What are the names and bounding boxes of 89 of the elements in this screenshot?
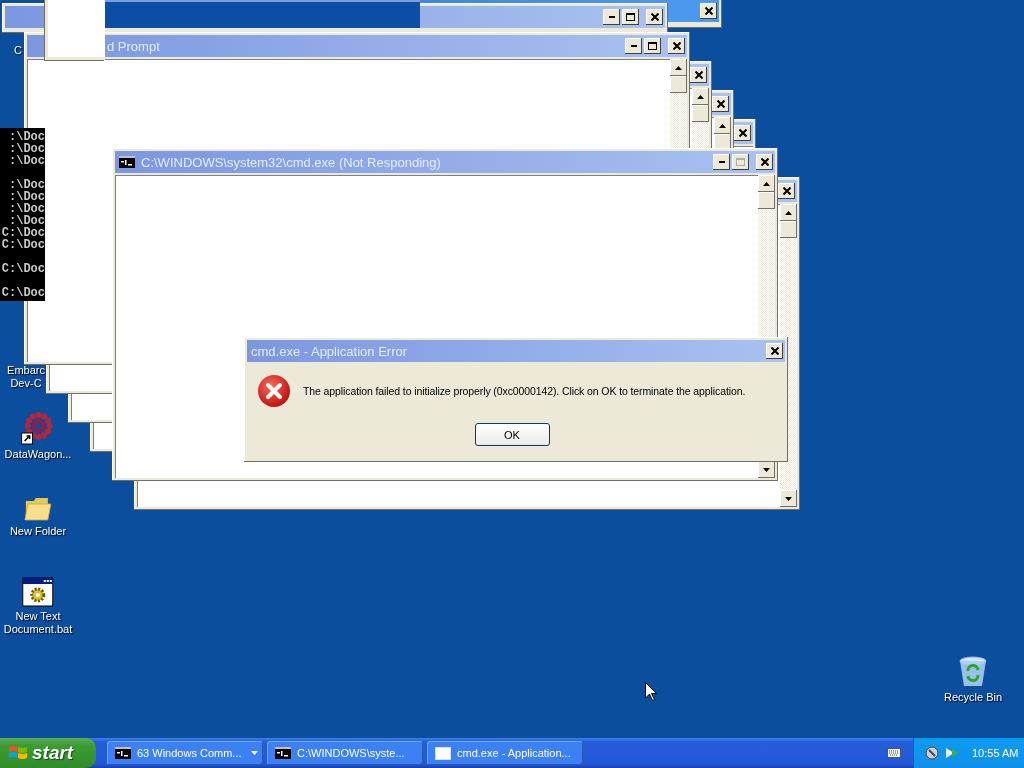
- title-bar[interactable]: [105, 0, 420, 28]
- close-button[interactable]: [734, 125, 751, 141]
- arrow-up-icon: [763, 181, 770, 186]
- scroll-down-button[interactable]: [780, 490, 797, 507]
- scroll-thumb[interactable]: [780, 221, 797, 238]
- arrow-down-icon: [763, 467, 770, 472]
- minimize-icon: [718, 161, 725, 163]
- close-button[interactable]: [646, 9, 663, 25]
- close-icon: [672, 42, 681, 50]
- close-button[interactable]: [700, 3, 717, 19]
- close-button[interactable]: [766, 343, 783, 359]
- maximize-icon: [648, 42, 657, 50]
- close-button[interactable]: [778, 183, 795, 199]
- close-button[interactable]: [756, 154, 773, 170]
- console-line: :\Doc: [9, 179, 45, 191]
- close-icon: [704, 7, 713, 15]
- maximize-icon: [626, 13, 635, 21]
- close-icon: [650, 13, 659, 21]
- console-line: C:\Doc: [1, 287, 45, 299]
- error-icon: [257, 374, 291, 408]
- scroll-thumb[interactable]: [692, 105, 709, 122]
- scroll-up-button[interactable]: [758, 175, 775, 192]
- console-line: :\Doc: [9, 131, 45, 143]
- icon-label[interactable]: New Folder: [9, 525, 67, 538]
- close-icon: [770, 347, 779, 355]
- tray-icon[interactable]: [924, 745, 940, 761]
- dialog-title: cmd.exe - Application Error: [251, 343, 408, 359]
- scroll-up-button[interactable]: [780, 204, 797, 221]
- taskbar-button[interactable]: C:\WINDOWS\syste...: [267, 741, 423, 765]
- console-line: :\Doc: [9, 203, 45, 215]
- console-line: :\Doc: [9, 143, 45, 155]
- maximize-icon: [736, 158, 745, 166]
- recycle-bin-icon[interactable]: [958, 656, 988, 688]
- keyboard-icon[interactable]: [887, 748, 901, 758]
- icon-label[interactable]: C: [14, 44, 22, 57]
- close-icon: [760, 158, 769, 166]
- maximize-button[interactable]: [622, 9, 639, 25]
- scroll-up-button[interactable]: [670, 59, 687, 76]
- minimize-button[interactable]: [713, 154, 730, 170]
- scroll-up-button[interactable]: [692, 88, 709, 105]
- clock: 10:55 AM: [972, 747, 1019, 759]
- console-line: :\Doc: [9, 191, 45, 203]
- console-line: :\Doc: [9, 155, 45, 167]
- console-icon: [275, 747, 291, 759]
- close-icon: [738, 129, 747, 137]
- mouse-pointer-icon: [645, 682, 657, 701]
- minimize-icon: [630, 45, 637, 47]
- console-icon: [115, 747, 131, 759]
- tray-icon[interactable]: [944, 745, 960, 761]
- scroll-thumb[interactable]: [670, 76, 687, 93]
- close-button[interactable]: [690, 67, 707, 83]
- start-button[interactable]: start: [0, 738, 96, 768]
- error-message: The application failed to initialize properly (0xc0000142). Click on OK to terminate the application.: [303, 385, 746, 397]
- arrow-up-icon: [719, 123, 726, 128]
- caret-icon: [251, 751, 258, 755]
- window-icon: [435, 746, 451, 760]
- arrow-up-icon: [697, 94, 704, 99]
- icon-label[interactable]: New Text Document.bat: [3, 610, 73, 636]
- taskbar-button[interactable]: 63 Windows Comm...: [107, 741, 263, 765]
- arrow-down-icon: [785, 496, 792, 501]
- minimize-button[interactable]: [625, 38, 642, 54]
- console-icon: [119, 156, 135, 168]
- maximize-button[interactable]: [644, 38, 661, 54]
- gear-window-icon[interactable]: [22, 577, 54, 607]
- icon-label[interactable]: Recycle Bin: [943, 691, 1003, 704]
- close-icon: [694, 71, 703, 79]
- taskbar-button[interactable]: cmd.exe - Application...: [427, 741, 583, 765]
- close-button[interactable]: [668, 38, 685, 54]
- icon-label[interactable]: DataWagon...: [4, 448, 72, 461]
- arrow-up-icon: [675, 65, 682, 70]
- icon-label[interactable]: Embarc Dev-C: [7, 364, 45, 390]
- scroll-thumb[interactable]: [758, 192, 775, 209]
- arrow-up-icon: [785, 210, 792, 215]
- minimize-icon: [608, 16, 615, 18]
- window-title: C:\WINDOWS\system32\cmd.exe (Not Responding): [141, 154, 441, 170]
- close-icon: [716, 100, 725, 108]
- console-line: C:\Doc: [1, 239, 45, 251]
- scroll-up-button[interactable]: [714, 117, 731, 134]
- window-title: d Prompt: [107, 38, 160, 54]
- minimize-button[interactable]: [603, 9, 620, 25]
- close-button[interactable]: [712, 96, 729, 112]
- console-line: C:\Doc: [1, 263, 45, 275]
- console-line: C:\Doc: [1, 227, 45, 239]
- folder-icon[interactable]: [24, 496, 52, 522]
- console-line: :\Doc: [9, 215, 45, 227]
- close-icon: [782, 187, 791, 195]
- flag-icon: [8, 744, 28, 762]
- ok-button[interactable]: OK: [474, 423, 550, 446]
- dot-cluster-icon[interactable]: [21, 411, 55, 445]
